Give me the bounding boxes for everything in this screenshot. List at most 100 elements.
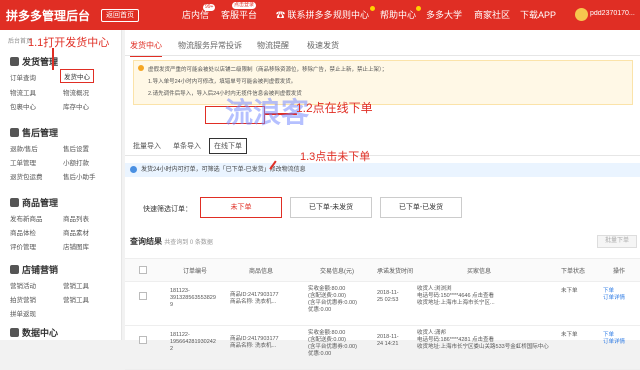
sidebar-item-refunds[interactable]: 退款/售后 [10, 143, 38, 153]
buyer-info: 收货人:潇邦 电话号码:186****4281 点击查看 收货地址:上海市长宁区娄山… [417, 330, 549, 350]
username[interactable]: pdd2370170... [590, 10, 636, 17]
warning-notice: 虚假发货严重的可能会被处以店铺二级限制（商品移除资源位，移除广告，禁止上新，禁止… [133, 60, 633, 105]
filter-ordered-shipped-button[interactable]: 已下单-已发货 [380, 197, 462, 218]
top-bar: 拼多多管理后台 返回首页 店内信 99+ 客服平台 点击登录 ☎ 联系拼多多 规… [0, 0, 640, 30]
filter-ordered-not-shipped-button[interactable]: 已下单-未发货 [290, 197, 372, 218]
buyer-info: 收货人:浏浏浏 电话号码:150****4646 点击查看 收货地址:上海市上海市长… [417, 286, 495, 306]
annotation-step-2: 1.2点在线下单 [296, 101, 373, 115]
info-text: 发货24小时内可打单，可筛选「已下单-已发货」修改物流信息 [141, 167, 306, 173]
col-promise-time: 承诺发货时间 [377, 269, 414, 275]
warning-icon [138, 65, 144, 71]
info-icon [130, 166, 137, 173]
order-no[interactable]: 181123- 391328563553829 9 [170, 288, 216, 309]
nav-community[interactable]: 商家社区 [474, 9, 510, 21]
order-no[interactable]: 181122- 195664281930242 2 [170, 332, 216, 353]
sidebar-section-after-sale[interactable]: 售后管理 [22, 126, 58, 139]
results-title: 查询结果 共查询到 0 条数据 [130, 237, 213, 246]
sidebar-item-small-payment[interactable]: 小额打款 [63, 157, 89, 167]
select-all-checkbox[interactable] [139, 266, 147, 274]
annotation-step-3: 1.3点击未下单 [300, 151, 371, 163]
table-header: 订单编号 商品信息 交易信息(元) 承诺发货时间 买家信息 下单状态 操作 [125, 258, 640, 282]
order-detail-link[interactable]: 订单详情 [603, 295, 625, 302]
filter-not-ordered-button[interactable]: 未下单 [200, 197, 282, 218]
subtab-single-import[interactable]: 单条导入 [173, 141, 201, 151]
subtab-batch-import[interactable]: 批量导入 [133, 141, 161, 151]
subtab-online-order[interactable]: 在线下单 [209, 138, 247, 154]
sidebar-item-inventory-center[interactable]: 库存中心 [63, 101, 89, 111]
customer-service-badge: 点击登录 [232, 2, 257, 9]
col-trade: 交易信息(元) [320, 269, 354, 275]
col-order-no: 订单编号 [183, 269, 208, 275]
trade-info: 实收金额:80.00 (含配送费:0.00) (含平台优惠券:0.00) 优惠:0.0… [308, 330, 357, 357]
after-sale-icon [10, 128, 19, 137]
sidebar-item-package-center[interactable]: 包裹中心 [10, 101, 36, 111]
sidebar-item-publish-goods[interactable]: 发布新商品 [10, 213, 43, 223]
promise-time: 2018-11- 25 02:53 [377, 290, 399, 303]
notice-line-1: 虚假发货严重的可能会被处以店铺二级限制（商品移除资源位，移除广告，禁止上新，禁止… [148, 67, 388, 73]
batch-order-button[interactable]: 批量下单 [597, 235, 637, 248]
nav-contact[interactable]: ☎ 联系拼多多 [276, 9, 333, 21]
sidebar-item-order-query[interactable]: 订单查询 [10, 72, 36, 82]
order-status: 未下单 [561, 332, 578, 338]
nav-download-app[interactable]: 下载APP [520, 9, 556, 21]
tab-logistics-reminder[interactable]: 物流提醒 [257, 40, 289, 51]
trade-info: 实收金额:80.00 (含配送费:0.00) (含平台优惠券:0.00) 优惠:0.0… [308, 286, 357, 313]
app-logo[interactable]: 拼多多管理后台 [6, 7, 90, 24]
sidebar-item-goods-list[interactable]: 商品列表 [63, 213, 89, 223]
nav-customer-service[interactable]: 客服平台 [221, 9, 257, 21]
sidebar-item-goods-marketing[interactable]: 拍货营销 [10, 294, 36, 304]
order-status: 未下单 [561, 288, 578, 294]
data-center-icon [10, 328, 19, 337]
home-button[interactable]: 返回首页 [101, 9, 139, 22]
sidebar-item-logistics-overview[interactable]: 物流概况 [63, 87, 89, 97]
nav-help[interactable]: 帮助中心 [380, 9, 416, 21]
subtab-divider [125, 155, 640, 156]
messages-badge: 99+ [203, 4, 216, 11]
notice-line-2: 1.导入单号24小时内可修改，填错单号可能会被判虚假发货。 [148, 79, 297, 85]
sidebar-item-marketing-tools[interactable]: 营销工具 [63, 280, 89, 290]
col-buyer: 买家信息 [467, 269, 492, 275]
sidebar-item-cashback[interactable]: 拼单返现 [10, 308, 36, 318]
nav-rules[interactable]: 规则中心 [333, 9, 369, 21]
sidebar-item-goods-check[interactable]: 商品体检 [10, 227, 36, 237]
nav-university[interactable]: 多多大学 [426, 9, 462, 21]
col-status: 下单状态 [561, 269, 586, 275]
goods-info: 商品ID:2417903177 商品名称: 洗衣机... [230, 336, 279, 349]
annotation-step-1: 1.1打开发货中心 [28, 37, 110, 49]
results-count: 共查询到 0 条数据 [164, 240, 213, 246]
sidebar-item-after-sale-settings[interactable]: 售后设置 [63, 143, 89, 153]
sidebar-item-marketing-activity[interactable]: 营销活动 [10, 280, 36, 290]
order-detail-link[interactable]: 订单详情 [603, 339, 625, 346]
table-row: 181123- 391328563553829 9 商品ID:2417903177 商… [125, 282, 640, 326]
rules-dot [370, 6, 375, 11]
sidebar-item-marketing-tools-2[interactable]: 营销工具 [63, 294, 89, 304]
tab-express-shipping[interactable]: 极速发货 [307, 40, 339, 51]
table-row: 181122- 195664281930242 2 商品ID:2417903177 商… [125, 326, 640, 370]
shipping-icon [10, 57, 19, 66]
marketing-icon [10, 265, 19, 274]
row-checkbox[interactable] [139, 292, 147, 300]
sidebar-item-shipping-center[interactable]: 发货中心 [60, 69, 94, 83]
avatar[interactable] [575, 8, 588, 21]
main-content: 发货中心 物流服务异常投诉 物流提醒 极速发货 虚假发货严重的可能会被处以店铺二… [125, 30, 640, 370]
sidebar-section-data-center[interactable]: 数据中心 [22, 326, 58, 339]
col-ops: 操作 [613, 269, 626, 275]
sidebar-item-tickets[interactable]: 工单管理 [10, 157, 36, 167]
sidebar: 后台首页 发货管理 订单查询 发货中心 物流工具 物流概况 包裹中心 库存中心 … [0, 30, 122, 340]
tab-complaints[interactable]: 物流服务异常投诉 [178, 40, 242, 51]
row-checkbox[interactable] [139, 336, 147, 344]
sidebar-item-shop-gallery[interactable]: 店铺图库 [63, 241, 89, 251]
goods-icon [10, 198, 19, 207]
sidebar-item-reviews[interactable]: 评价管理 [10, 241, 36, 251]
annotation-arrow-1 [52, 48, 54, 70]
sidebar-item-after-sale-helper[interactable]: 售后小助手 [63, 171, 96, 181]
sidebar-section-marketing[interactable]: 店铺营销 [22, 263, 58, 276]
sidebar-item-goods-material[interactable]: 商品素材 [63, 227, 89, 237]
sidebar-item-logistics-tools[interactable]: 物流工具 [10, 87, 36, 97]
place-order-link[interactable]: 下单 [603, 288, 614, 295]
sidebar-item-return-shipping[interactable]: 退货包运费 [10, 171, 43, 181]
place-order-link[interactable]: 下单 [603, 332, 614, 339]
filter-label: 快速筛选订单： [143, 206, 192, 213]
tab-divider [125, 55, 640, 56]
sidebar-section-goods[interactable]: 商品管理 [22, 196, 58, 209]
